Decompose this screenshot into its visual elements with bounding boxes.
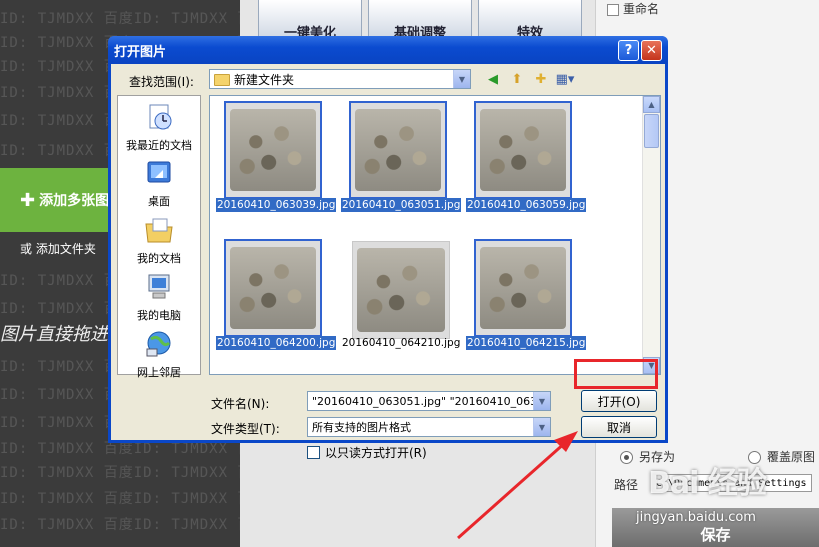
readonly-label: 以只读方式打开(R) [325,446,427,460]
plus-icon: ✚ [20,189,36,211]
add-folder-link[interactable]: 或 添加文件夹 [20,240,96,257]
place-label: 我的文档 [137,252,181,265]
open-button-highlight-box [574,359,658,389]
cancel-button[interactable]: 取消 [581,416,657,438]
photo-thumbnail [230,247,316,329]
photo-thumbnail [480,247,566,329]
chevron-down-icon[interactable]: ▼ [533,392,550,410]
file-name[interactable]: 20160410_064210.jpg [341,336,461,350]
network-icon [146,331,171,357]
dialog-title: 打开图片 [114,44,167,60]
drag-hint-text: 图片直接拖进 [0,324,108,345]
filename-value: "20160410_063051.jpg" "20160410_063059 [312,394,533,408]
photo-thumbnail [357,248,445,332]
file-thumbnail[interactable] [474,239,572,337]
rename-label: 重命名 [623,2,660,16]
file-name[interactable]: 20160410_064215.jpg [466,336,587,350]
place-network[interactable]: 网上邻居 [118,329,200,380]
photo-thumbnail [230,109,316,191]
up-folder-icon[interactable]: ⬆ [507,69,527,89]
baidu-url: jingyan.baidu.com [636,510,756,525]
my-computer-icon [148,274,170,299]
file-list[interactable]: 20160410_063039.jpg 20160410_063051.jpg … [209,95,661,375]
filetype-dropdown[interactable]: 所有支持的图片格式 ▼ [307,417,551,437]
folder-icon [214,74,230,86]
place-label: 网上邻居 [137,366,181,379]
filename-input[interactable]: "20160410_063051.jpg" "20160410_063059 ▼ [307,391,551,411]
help-button[interactable]: ? [618,39,639,61]
tab-effects[interactable]: 特效 [478,0,582,41]
open-label: 打开(O) [597,394,641,409]
file-thumbnail[interactable] [224,239,322,337]
chevron-down-icon[interactable]: ▼ [453,70,470,88]
recent-documents-icon [149,104,172,130]
place-my-documents[interactable]: 我的文档 [118,215,200,266]
add-images-label: 添加多张图 [39,193,110,209]
tab-basic-adjust[interactable]: 基础调整 [368,0,472,41]
photo-thumbnail [355,109,441,191]
filetype-value: 所有支持的图片格式 [312,421,411,434]
scrollbar-thumb[interactable] [644,114,659,148]
rename-option[interactable]: 重命名 [607,0,659,17]
file-name[interactable]: 20160410_063051.jpg [341,198,462,212]
open-button[interactable]: 打开(O) [581,390,657,412]
tab-auto-beautify[interactable]: 一键美化 [258,0,362,41]
rename-checkbox[interactable] [607,3,619,16]
place-label: 我的电脑 [137,309,181,322]
overwrite-label: 覆盖原图 [767,450,816,464]
new-folder-icon[interactable]: ✚ [531,69,551,89]
desktop-icon [147,161,171,183]
close-button[interactable]: ✕ [641,39,662,61]
place-desktop[interactable]: 桌面 [118,158,200,209]
file-thumbnail[interactable] [352,241,450,339]
file-thumbnail[interactable] [349,101,447,199]
file-name[interactable]: 20160410_063059.jpg [466,198,587,212]
save-label: 保存 [700,526,731,544]
path-label: 路径 [614,478,639,492]
filetype-label: 文件类型(T): [211,422,280,436]
filename-label: 文件名(N): [211,397,270,411]
look-in-value: 新建文件夹 [234,72,295,87]
look-in-dropdown[interactable]: 新建文件夹 ▼ [209,69,471,89]
add-images-button[interactable]: ✚ 添加多张图 [0,168,120,232]
view-menu-icon[interactable]: ▦▾ [555,69,575,89]
baidu-logo: Bai 经验 [648,466,767,501]
file-thumbnail[interactable] [474,101,572,199]
file-name[interactable]: 20160410_064200.jpg [216,336,337,350]
place-label: 我最近的文档 [126,139,192,152]
nav-toolbar: ◀ ⬆ ✚ ▦▾ [483,69,575,89]
vertical-scrollbar[interactable]: ▲ ▼ [642,96,660,374]
readonly-option[interactable]: 以只读方式打开(R) [307,444,427,461]
my-documents-icon [145,218,173,243]
dialog-titlebar[interactable]: 打开图片 ? ✕ [108,36,668,64]
place-label: 桌面 [148,195,170,208]
places-bar: 我最近的文档 桌面 我的文档 我的电脑 网上邻居 [117,95,201,379]
place-recent[interactable]: 我最近的文档 [118,102,200,153]
file-name[interactable]: 20160410_063039.jpg [216,198,337,212]
look-in-label: 查找范围(I): [129,75,194,89]
chevron-down-icon[interactable]: ▼ [533,418,550,436]
file-thumbnail[interactable] [224,101,322,199]
back-icon[interactable]: ◀ [483,69,503,89]
readonly-checkbox[interactable] [307,446,320,459]
scroll-up-icon[interactable]: ▲ [643,96,660,113]
cancel-label: 取消 [606,420,631,435]
place-my-computer[interactable]: 我的电脑 [118,272,200,323]
photo-thumbnail [480,109,566,191]
save-as-radio[interactable] [620,451,633,464]
